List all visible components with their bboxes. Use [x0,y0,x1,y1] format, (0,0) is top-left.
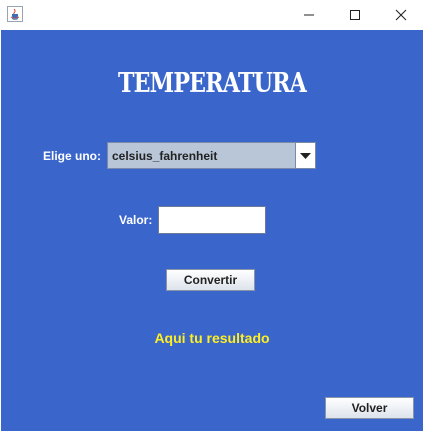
app-window: TEMPERATURA Elige uno: celsius_fahrenhei… [0,0,424,432]
conversion-select[interactable]: celsius_fahrenheit [107,142,316,169]
java-icon [7,6,23,22]
convert-button[interactable]: Convertir [166,269,255,291]
maximize-icon [349,9,361,21]
close-icon [395,9,407,21]
title-bar[interactable] [0,0,424,29]
dropdown-arrow-button[interactable] [295,143,315,168]
minimize-button[interactable] [286,0,332,29]
conversion-select-value: celsius_fahrenheit [112,149,218,163]
maximize-button[interactable] [332,0,378,29]
converter-panel: TEMPERATURA Elige uno: celsius_fahrenhei… [1,30,423,431]
chevron-down-icon [300,147,311,165]
value-input[interactable] [158,206,266,234]
conversion-label: Elige uno: [43,149,101,163]
minimize-icon [303,9,315,21]
back-button[interactable]: Volver [325,397,414,419]
result-text: Aqui tu resultado [154,330,270,346]
page-title: TEMPERATURA [117,68,307,99]
close-button[interactable] [378,0,424,29]
value-label: Valor: [119,213,153,227]
